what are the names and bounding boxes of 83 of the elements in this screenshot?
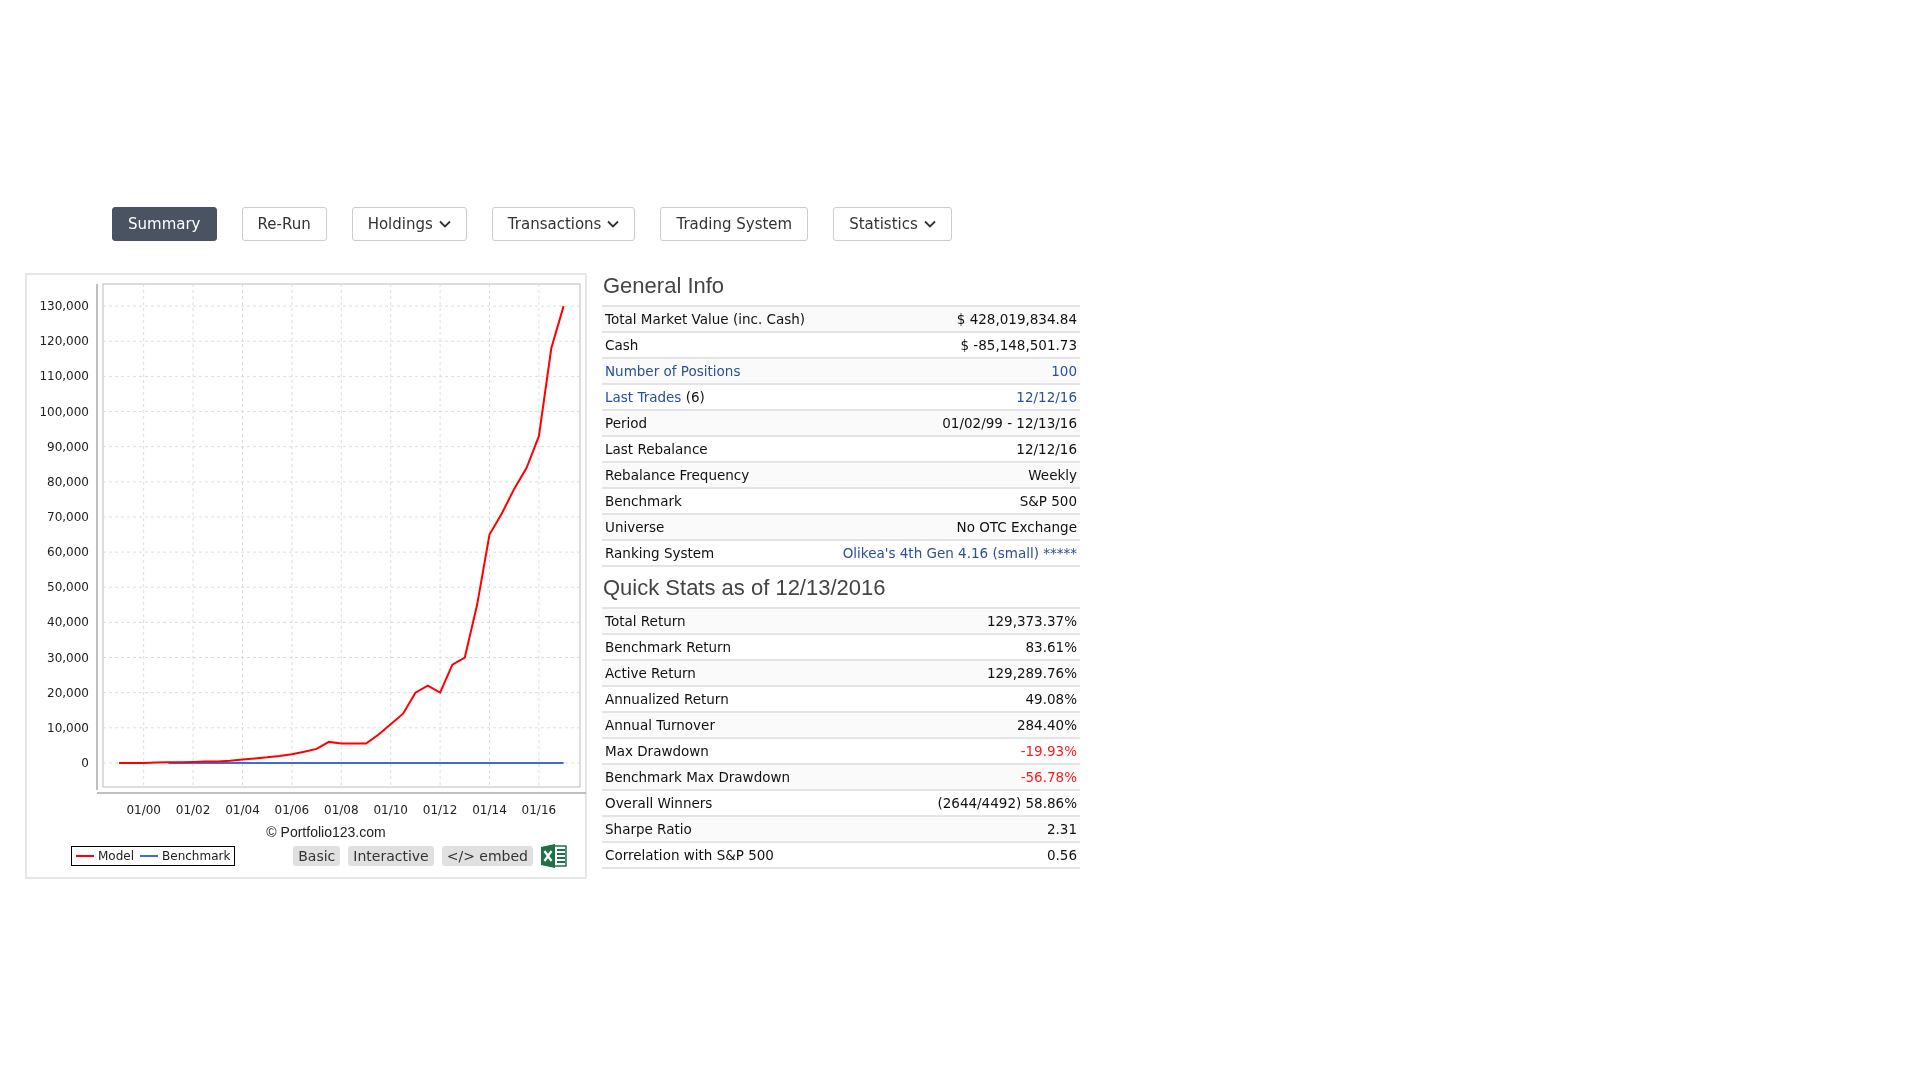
row-label: Annual Turnover [605, 717, 715, 733]
copyright-text: © Portfolio123.com [265, 824, 387, 840]
row-value: Weekly [1028, 467, 1077, 483]
row-label: Benchmark Return [605, 639, 731, 655]
chevron-down-icon [607, 220, 620, 228]
row-value: 129,373.37% [986, 613, 1077, 629]
axis-label: 80,000 [47, 474, 89, 489]
row-label: Total Return [605, 613, 686, 629]
chart-mode-button[interactable]: Basic [293, 846, 341, 866]
chevron-down-icon [438, 220, 451, 228]
label-link[interactable]: Number of Positions [605, 363, 741, 379]
row-label: Annualized Return [605, 691, 729, 707]
row-label: Ranking System [605, 545, 715, 561]
value-link[interactable]: 100 [1051, 363, 1077, 379]
axis-label: 30,000 [47, 650, 89, 665]
axis-label: 01/10 [373, 803, 408, 817]
axis-label: 01/16 [521, 803, 557, 817]
row-label: Benchmark [605, 493, 682, 509]
row-value: 12/12/16 [1016, 441, 1077, 457]
legend-label: Benchmark [162, 849, 231, 863]
chart-mode-button[interactable]: </> embed [441, 846, 533, 866]
axis-label: 01/14 [472, 803, 507, 817]
row-value: 2.31 [1046, 821, 1077, 837]
row-value: -19.93% [1020, 743, 1077, 759]
rating-stars: ***** [1043, 545, 1077, 561]
axis-label: 60,000 [47, 545, 89, 560]
row-label: Benchmark Max Drawdown [605, 769, 791, 785]
spreadsheet-icon[interactable] [541, 844, 567, 868]
row-value: 49.08% [1025, 691, 1077, 707]
axis-label: 130,000 [39, 299, 89, 314]
tab[interactable]: Transactions [491, 207, 636, 241]
section-title: Quick Stats as of 12/13/2016 [602, 575, 887, 601]
row-value: 83.61% [1025, 639, 1077, 655]
axis-label: 01/00 [126, 803, 161, 817]
chevron-down-icon [923, 220, 936, 228]
value-link[interactable]: Olikea's 4th Gen 4.16 (small) [842, 545, 1039, 561]
row-label: Universe [605, 519, 665, 535]
label-link[interactable]: Last Trades [605, 389, 682, 405]
axis-label: 10,000 [47, 720, 89, 735]
chart-mode-button[interactable]: Interactive [348, 846, 434, 866]
row-value: 284.40% [1016, 717, 1077, 733]
axis-label: 100,000 [39, 404, 89, 419]
axis-label: 90,000 [47, 439, 89, 454]
tab[interactable]: Holdings [351, 207, 467, 241]
axis-label: 120,000 [39, 334, 89, 349]
axis-label: 110,000 [39, 369, 89, 384]
row-value: (2644/4492) 58.86% [937, 795, 1077, 811]
row-label: Overall Winners [605, 795, 713, 811]
axis-label: 01/04 [225, 803, 260, 817]
row-label: Cash [605, 337, 639, 353]
axis-label: 40,000 [47, 615, 89, 630]
row-value: $ -85,148,501.73 [960, 337, 1077, 353]
axis-label: 0 [81, 755, 89, 770]
axis-label: 01/02 [175, 803, 211, 817]
axis-label: 01/08 [324, 803, 359, 817]
row-value: 01/02/99 - 12/13/16 [942, 415, 1077, 431]
tab[interactable]: Trading System [660, 207, 809, 241]
row-label: Active Return [605, 665, 696, 681]
axis-label: 01/12 [422, 803, 458, 817]
row-label: Max Drawdown [605, 743, 709, 759]
row-value: -56.78% [1020, 769, 1077, 785]
row-label: Period [605, 415, 648, 431]
row-value: 0.56 [1046, 847, 1077, 863]
row-label: Rebalance Frequency [605, 467, 750, 483]
section-title: General Info [602, 273, 726, 299]
row-label: Sharpe Ratio [605, 821, 692, 837]
tab[interactable]: Re-Run [241, 207, 327, 241]
legend-label: Model [98, 849, 135, 863]
row-label: Total Market Value (inc. Cash) [605, 311, 805, 327]
row-label: Last Rebalance [605, 441, 708, 457]
value-link[interactable]: 12/12/16 [1016, 389, 1077, 405]
row-value: $ 428,019,834.84 [956, 311, 1077, 327]
tab[interactable]: Statistics [833, 207, 952, 241]
tab[interactable]: Summary [112, 207, 217, 241]
axis-label: 01/06 [274, 803, 310, 817]
row-label: Correlation with S&P 500 [605, 847, 774, 863]
axis-label: 20,000 [47, 685, 89, 700]
row-value: No OTC Exchange [956, 519, 1077, 535]
axis-label: 70,000 [47, 509, 89, 524]
axis-label: 50,000 [47, 580, 89, 595]
row-value: S&P 500 [1019, 493, 1077, 509]
trade-count: (6) [685, 389, 705, 405]
row-value: 129,289.76% [986, 665, 1077, 681]
